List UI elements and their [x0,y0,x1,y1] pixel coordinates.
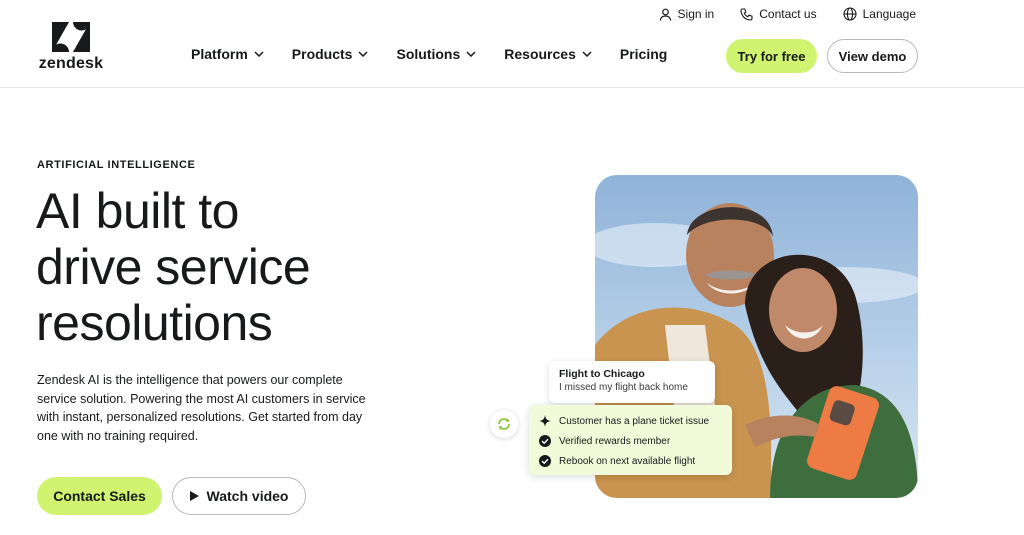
ai-refresh-icon [498,418,510,430]
hero-headline: AI built to drive service resolutions [36,183,456,351]
logo-wordmark: zendesk [38,55,104,72]
play-icon [189,491,199,501]
customer-message-card: Flight to Chicago I missed my flight bac… [549,361,715,403]
chevron-down-icon [582,51,592,57]
sign-in-link[interactable]: Sign in [659,7,715,21]
nav-item-label: Products [291,46,353,62]
nav-item-platform[interactable]: Platform [191,46,264,62]
utility-nav: Sign in Contact us Language [659,5,916,23]
headline-line: drive service [36,239,311,295]
globe-icon [843,7,857,21]
ai-insight-row: Verified rewards member [539,431,722,451]
nav-item-label: Platform [191,46,248,62]
hero-description: Zendesk AI is the intelligence that powe… [37,373,366,443]
language-selector[interactable]: Language [843,7,916,21]
hero-eyebrow: ARTIFICIAL INTELLIGENCE [37,159,196,171]
nav-item-solutions[interactable]: Solutions [396,46,476,62]
contact-us-link[interactable]: Contact us [740,7,817,21]
chevron-down-icon [254,51,264,57]
contact-us-label: Contact us [759,7,817,21]
try-for-free-button[interactable]: Try for free [726,39,817,73]
zendesk-logo-icon [52,22,90,52]
nav-item-pricing[interactable]: Pricing [620,46,667,62]
contact-sales-button[interactable]: Contact Sales [37,477,162,515]
ai-insight-text: Rebook on next available flight [559,455,696,467]
view-demo-button[interactable]: View demo [827,39,918,73]
ai-insight-row: Rebook on next available flight [539,451,722,471]
watch-video-label: Watch video [206,488,289,504]
nav-item-label: Pricing [619,46,668,62]
ai-insight-text: Verified rewards member [559,435,671,447]
user-icon [659,8,671,21]
headline-line: resolutions [36,295,273,351]
sparkle-icon [539,415,551,427]
nav-item-label: Solutions [396,46,461,62]
nav-item-products[interactable]: Products [292,46,369,62]
ai-badge [490,410,518,438]
message-text: I missed my flight back home [559,382,688,393]
chevron-down-icon [358,51,369,57]
sign-in-label: Sign in [677,7,715,21]
ai-insight-row: Customer has a plane ticket issue [539,411,722,431]
site-header: zendesk Sign in Contact us Language Plat… [0,0,1024,88]
watch-video-button[interactable]: Watch video [172,477,306,515]
message-title: Flight to Chicago [559,368,645,380]
headline-line: AI built to [36,183,239,239]
check-circle-icon [539,455,551,467]
main-nav: Platform Products Solutions Resources Pr… [191,46,695,62]
language-label: Language [862,7,916,21]
nav-item-resources[interactable]: Resources [504,46,592,62]
zendesk-logo[interactable]: zendesk [36,22,106,74]
ai-insights-card: Customer has a plane ticket issue Verifi… [529,405,732,475]
nav-item-label: Resources [504,46,576,62]
chevron-down-icon [466,51,476,57]
check-circle-icon [539,435,551,447]
phone-icon [740,7,753,21]
ai-insight-text: Customer has a plane ticket issue [559,415,710,427]
